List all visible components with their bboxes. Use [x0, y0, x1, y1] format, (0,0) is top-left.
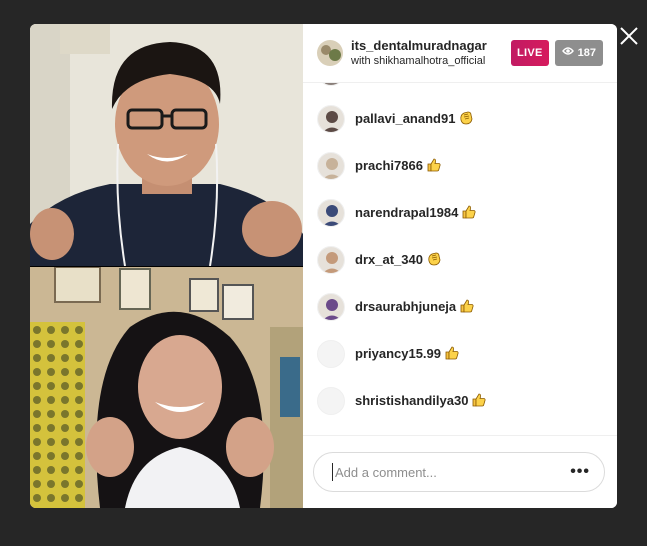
thumbs-up-icon: [427, 158, 441, 172]
commenter-avatar[interactable]: [317, 151, 345, 180]
comment-row: prachi7866: [317, 142, 603, 189]
comment-row: [317, 83, 603, 95]
video-area: [30, 24, 303, 508]
live-stream-modal: its_dentalmuradnagar with shikhamalhotra…: [30, 24, 617, 508]
thumbs-up-icon: [462, 205, 476, 219]
comment-username[interactable]: priyancy15.99: [355, 346, 441, 361]
viewer-count-badge: 187: [554, 40, 603, 66]
host-video-feed: [30, 24, 303, 266]
comment-input[interactable]: [332, 463, 571, 481]
commenter-avatar[interactable]: [317, 245, 345, 274]
live-header: its_dentalmuradnagar with shikhamalhotra…: [303, 24, 617, 83]
comment-text: priyancy15.99: [355, 345, 459, 363]
close-icon[interactable]: [617, 24, 641, 48]
clap-icon: [459, 111, 474, 125]
live-badge: LIVE: [510, 40, 549, 66]
comment-text: narendrapal1984: [355, 204, 476, 222]
comment-text: drx_at_340: [355, 251, 442, 269]
comment-text: drsaurabhjuneja: [355, 298, 474, 316]
comment-footer: •••: [303, 435, 617, 508]
comment-username[interactable]: drsaurabhjuneja: [355, 299, 456, 314]
co-host-text[interactable]: with shikhamalhotra_official: [351, 54, 507, 69]
commenter-avatar[interactable]: [317, 339, 345, 368]
viewer-count: 187: [577, 47, 596, 59]
commenter-avatar[interactable]: [317, 198, 345, 227]
comment-row: shristishandilya30: [317, 377, 603, 424]
clap-icon: [427, 252, 442, 266]
commenter-avatar[interactable]: [317, 292, 345, 321]
commenter-avatar[interactable]: [317, 386, 345, 415]
commenter-avatar[interactable]: [317, 104, 345, 133]
comment-username[interactable]: drx_at_340: [355, 252, 423, 267]
comment-row: drsaurabhjuneja: [317, 283, 603, 330]
comment-row: drx_at_340: [317, 236, 603, 283]
live-viewer-overlay: its_dentalmuradnagar with shikhamalhotra…: [0, 0, 647, 546]
host-info: its_dentalmuradnagar with shikhamalhotra…: [351, 38, 507, 69]
commenter-avatar[interactable]: [317, 83, 345, 86]
comment-box: •••: [313, 452, 605, 492]
comment-username[interactable]: pallavi_anand91: [355, 111, 455, 126]
thumbs-up-icon: [460, 299, 474, 313]
guest-video-feed: [30, 267, 303, 508]
comment-text: shristishandilya30: [355, 392, 486, 410]
comment-row: narendrapal1984: [317, 189, 603, 236]
eye-icon: [561, 40, 574, 66]
live-side-panel: its_dentalmuradnagar with shikhamalhotra…: [303, 24, 617, 508]
comment-username[interactable]: shristishandilya30: [355, 393, 468, 408]
comment-row: priyancy15.99: [317, 330, 603, 377]
host-avatar[interactable]: [317, 40, 343, 66]
host-username[interactable]: its_dentalmuradnagar: [351, 38, 507, 54]
more-options-button[interactable]: •••: [570, 464, 590, 480]
thumbs-up-icon: [472, 393, 486, 407]
comment-row: pallavi_anand91: [317, 95, 603, 142]
comments-list[interactable]: pallavi_anand91 prachi7866 narendrapal1984…: [303, 83, 617, 435]
comment-username[interactable]: narendrapal1984: [355, 205, 458, 220]
comment-username[interactable]: prachi7866: [355, 158, 423, 173]
thumbs-up-icon: [445, 346, 459, 360]
comment-text: prachi7866: [355, 157, 441, 175]
comment-text: pallavi_anand91: [355, 110, 474, 128]
